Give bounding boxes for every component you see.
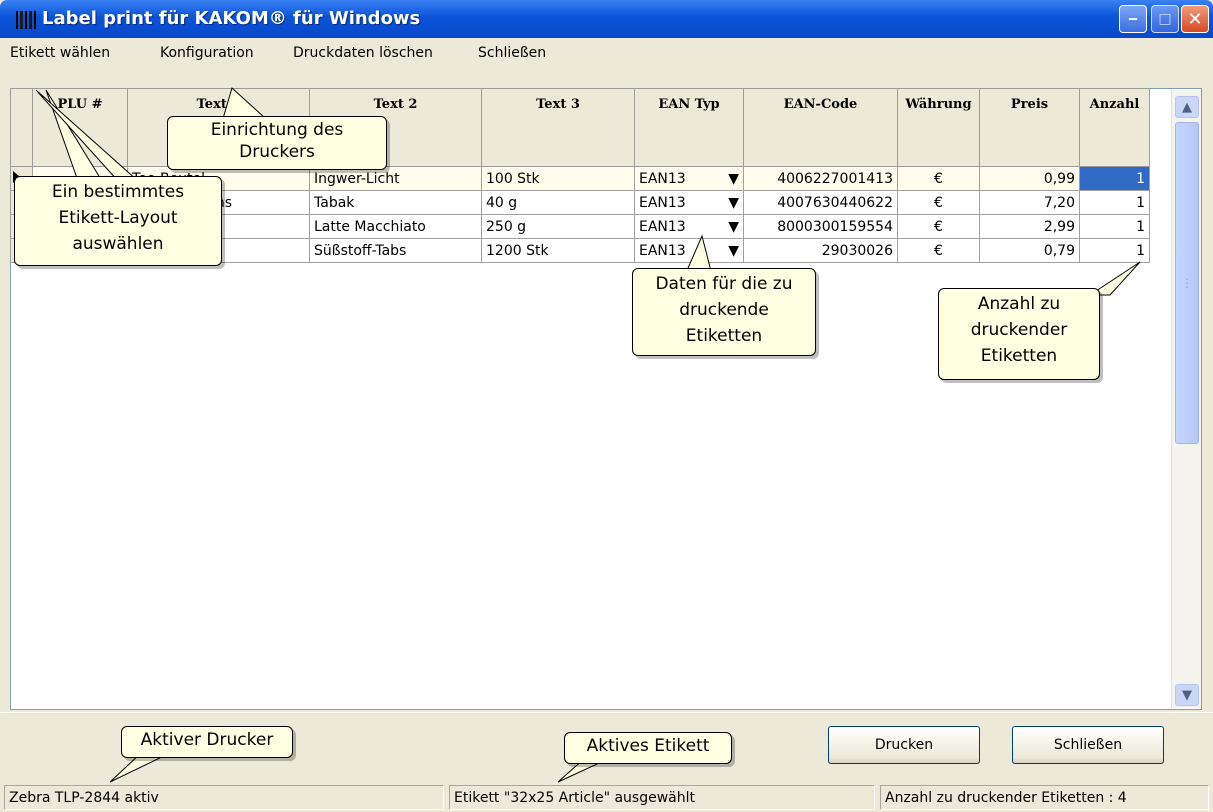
text2-cell[interactable]: Latte Macchiato <box>309 214 482 239</box>
callout-line: Etiketten <box>980 346 1058 366</box>
ean-typ-dropdown[interactable]: EAN13 ▼ <box>634 166 744 191</box>
quantity-cell[interactable]: 1 <box>1079 190 1150 215</box>
callout-line: Einrichtung des <box>210 120 344 140</box>
menu-druckdaten-loeschen[interactable]: Druckdaten löschen <box>293 45 433 61</box>
dropdown-arrow-icon[interactable]: ▼ <box>728 195 739 211</box>
dropdown-arrow-icon[interactable]: ▼ <box>728 219 739 235</box>
column-header[interactable]: EAN Typ <box>634 88 744 167</box>
ean-typ-value: EAN13 <box>639 194 686 211</box>
column-header[interactable]: Anzahl <box>1079 88 1150 167</box>
window-title: Label print für KAKOM® für Windows <box>42 8 421 29</box>
ean-typ-dropdown[interactable]: EAN13 ▼ <box>634 214 744 239</box>
text3-cell[interactable]: 100 Stk <box>481 166 635 191</box>
column-header[interactable]: Text 3 <box>481 88 635 167</box>
scrollbar-thumb[interactable]: ⋮ <box>1175 122 1199 444</box>
currency-cell[interactable]: € <box>897 214 980 239</box>
callout-line: Daten für die zu <box>655 274 793 294</box>
ean-typ-value: EAN13 <box>639 218 686 235</box>
column-header[interactable]: EAN-Code <box>743 88 898 167</box>
callout-active-label: Aktives Etikett <box>564 732 732 764</box>
print-button[interactable]: Drucken <box>828 726 980 764</box>
callout-label-data: Daten für die zu druckende Etiketten <box>632 268 816 356</box>
column-header[interactable]: PLU # <box>32 88 128 167</box>
menu-schliessen[interactable]: Schließen <box>478 45 546 61</box>
currency-cell[interactable]: € <box>897 238 980 263</box>
callout-line: Etikett-Layout <box>58 208 178 228</box>
status-bar: Zebra TLP-2844 aktiv Etikett "32x25 Arti… <box>0 783 1213 812</box>
currency-cell[interactable]: € <box>897 190 980 215</box>
column-header[interactable]: Preis <box>979 88 1080 167</box>
minimize-button[interactable]: ‒ <box>1119 5 1147 33</box>
quantity-cell[interactable]: 1 <box>1079 238 1150 263</box>
price-cell[interactable]: 7,20 <box>979 190 1080 215</box>
status-printer: Zebra TLP-2844 aktiv <box>4 785 444 810</box>
callout-line: Anzahl zu <box>977 294 1061 314</box>
price-cell[interactable]: 0,79 <box>979 238 1080 263</box>
menu-etikett-waehlen[interactable]: Etikett wählen <box>10 45 110 61</box>
text3-cell[interactable]: 1200 Stk <box>481 238 635 263</box>
ean-code-cell[interactable]: 8000300159554 <box>743 214 898 239</box>
status-count: Anzahl zu druckender Etiketten : 4 <box>880 785 1209 810</box>
scroll-down-icon[interactable]: ▼ <box>1175 684 1199 706</box>
ean-typ-dropdown[interactable]: EAN13 ▼ <box>634 238 744 263</box>
ean-typ-value: EAN13 <box>639 170 686 187</box>
status-label: Etikett "32x25 Article" ausgewählt <box>449 785 875 810</box>
callout-line: Ein bestimmtes <box>51 182 185 202</box>
vertical-scrollbar[interactable]: ▲ ⋮ ▼ <box>1171 90 1201 708</box>
callout-line: auswählen <box>72 234 164 254</box>
callout-line: Etiketten <box>685 326 763 346</box>
maximize-button[interactable]: □ <box>1151 5 1179 33</box>
close-button[interactable]: Schließen <box>1012 726 1164 764</box>
barcode-icon <box>16 11 36 29</box>
text2-cell[interactable]: Ingwer-Licht <box>309 166 482 191</box>
menu-bar: Etikett wählen Konfiguration Druckdaten … <box>0 38 1213 68</box>
text3-cell[interactable]: 250 g <box>481 214 635 239</box>
callout-line: druckender <box>970 320 1068 340</box>
quantity-cell[interactable]: 1 <box>1079 214 1150 239</box>
text3-cell[interactable]: 40 g <box>481 190 635 215</box>
price-cell[interactable]: 2,99 <box>979 214 1080 239</box>
text2-cell[interactable]: Süßstoff-Tabs <box>309 238 482 263</box>
callout-label-layout: Ein bestimmtes Etikett-Layout auswählen <box>14 176 222 266</box>
close-window-button[interactable]: ✕ <box>1181 5 1209 33</box>
price-cell[interactable]: 0,99 <box>979 166 1080 191</box>
quantity-cell[interactable]: 1 <box>1079 166 1150 191</box>
ean-typ-value: EAN13 <box>639 242 686 259</box>
text2-cell[interactable]: Tabak <box>309 190 482 215</box>
ean-typ-dropdown[interactable]: EAN13 ▼ <box>634 190 744 215</box>
column-header[interactable]: Währung <box>897 88 980 167</box>
ean-code-cell[interactable]: 4007630440622 <box>743 190 898 215</box>
scroll-up-icon[interactable]: ▲ <box>1175 96 1199 118</box>
callout-label-count: Anzahl zu druckender Etiketten <box>938 288 1100 380</box>
dropdown-arrow-icon[interactable]: ▼ <box>728 171 739 187</box>
currency-cell[interactable]: € <box>897 166 980 191</box>
callout-active-printer: Aktiver Drucker <box>121 726 293 758</box>
menu-konfiguration[interactable]: Konfiguration <box>160 45 254 61</box>
callout-printer-setup: Einrichtung des Druckers <box>167 116 387 170</box>
row-indicator-header <box>10 88 33 167</box>
callout-line: druckende <box>679 300 769 320</box>
ean-code-cell[interactable]: 4006227001413 <box>743 166 898 191</box>
dropdown-arrow-icon[interactable]: ▼ <box>728 243 739 259</box>
title-bar[interactable]: Label print für KAKOM® für Windows ‒ □ ✕ <box>0 0 1213 38</box>
callout-line: Druckers <box>239 142 315 162</box>
ean-code-cell[interactable]: 29030026 <box>743 238 898 263</box>
